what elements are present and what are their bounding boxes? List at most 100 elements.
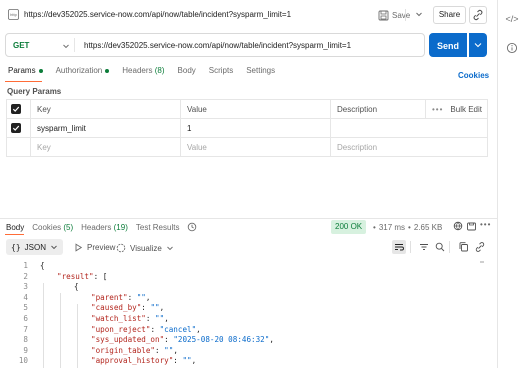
send-options-button[interactable]	[469, 33, 487, 57]
json-punctuation: : [	[93, 271, 108, 281]
json-string: ""	[155, 313, 165, 323]
request-title[interactable]: https://dev352025.service-now.com/api/no…	[24, 10, 291, 19]
active-tab-indicator	[5, 81, 42, 82]
check-icon	[12, 125, 20, 131]
tab-scripts[interactable]: Scripts	[209, 66, 233, 80]
json-key: "watch_list"	[91, 313, 146, 323]
json-string: ""	[164, 345, 174, 355]
column-value: Value	[180, 99, 331, 119]
chevron-down-icon	[167, 246, 173, 251]
response-body-viewer[interactable]: 1{2 "result": [3{4 "parent": "", 5 "caused_b…	[0, 261, 497, 367]
tab-response-body[interactable]: Body	[6, 223, 24, 232]
globe-network-icon[interactable]	[453, 221, 464, 232]
tab-body[interactable]: Body	[178, 66, 196, 80]
postman-workspace: http https://dev352025.service-now.com/a…	[0, 0, 497, 368]
tab-params-label: Params	[8, 66, 36, 75]
line-number: 1	[23, 261, 28, 270]
bulk-edit-button[interactable]: Bulk Edit	[450, 105, 482, 114]
send-button[interactable]: Send	[429, 33, 467, 57]
json-punctuation: :	[127, 292, 137, 302]
share-button[interactable]: Share	[433, 6, 466, 24]
line-number: 4	[23, 292, 28, 302]
response-size[interactable]: 2.65 KB	[414, 223, 442, 232]
tab-response-headers[interactable]: Headers (19)	[81, 223, 128, 232]
check-icon	[12, 106, 20, 112]
code-text: "watch_list": "",	[91, 314, 169, 325]
more-options-icon[interactable]: •••	[480, 220, 491, 231]
cookies-link[interactable]: Cookies	[458, 71, 489, 80]
save-response-icon[interactable]	[466, 221, 477, 232]
json-punctuation: ,	[269, 335, 274, 345]
headers-count: (8)	[154, 66, 165, 75]
visualize-button[interactable]: Visualize	[116, 243, 174, 253]
filter-icon[interactable]	[417, 240, 431, 254]
visualize-icon	[116, 243, 126, 253]
empty-cell	[6, 137, 31, 157]
table-row: sysparm_limit 1	[6, 118, 488, 138]
tab-headers[interactable]: Headers (8)	[122, 66, 164, 80]
search-icon[interactable]	[433, 240, 447, 254]
select-all-checkbox[interactable]	[11, 104, 21, 114]
http-request-icon: http	[8, 9, 19, 20]
json-punctuation: ,	[145, 292, 151, 302]
response-divider[interactable]	[0, 218, 497, 219]
url-input[interactable]: https://dev352025.service-now.com/api/no…	[84, 41, 351, 50]
svg-text:http: http	[10, 12, 17, 17]
tab-response-cookies[interactable]: Cookies (5)	[32, 223, 73, 232]
table-row-new: Key Value Description	[6, 137, 488, 157]
active-response-tab-indicator	[5, 234, 24, 235]
tab-settings[interactable]: Settings	[246, 66, 275, 80]
divider	[405, 9, 406, 21]
param-value-cell[interactable]: 1	[180, 118, 331, 138]
code-text: "origin_table": "",	[91, 346, 178, 357]
link-icon[interactable]	[473, 240, 487, 254]
line-number: 8	[23, 335, 28, 345]
response-toolbar: {} JSON Preview Visualize	[6, 239, 494, 255]
save-options-chevron-icon[interactable]	[414, 9, 424, 19]
format-select[interactable]: {} JSON	[6, 239, 63, 255]
json-key: "sys_updated_on"	[91, 335, 165, 345]
code-text: "sys_updated_on": "2025-08-20 08:46:32",	[91, 335, 274, 346]
param-key-cell[interactable]: sysparm_limit	[30, 118, 181, 138]
chevron-down-icon	[51, 245, 57, 250]
preview-button[interactable]: Preview	[74, 243, 115, 252]
column-description: Description	[330, 99, 426, 119]
separator-dot: •	[373, 223, 376, 232]
code-line: 8 "sys_updated_on": "2025-08-20 08:46:32"…	[0, 335, 497, 346]
row-enabled-cell[interactable]	[6, 118, 31, 138]
row-enabled-checkbox[interactable]	[11, 123, 21, 133]
wrap-lines-icon[interactable]	[392, 240, 406, 254]
select-all-cell[interactable]	[6, 99, 31, 119]
history-icon[interactable]	[187, 222, 197, 232]
code-line: 1{	[0, 261, 497, 272]
code-text: {	[40, 261, 45, 272]
copy-link-button[interactable]	[469, 6, 487, 24]
code-snippet-icon[interactable]: </>	[505, 12, 519, 26]
code-text: "result": [	[57, 272, 107, 283]
code-text: "approval_history": "",	[91, 356, 196, 367]
code-text: "upon_reject": "cancel",	[91, 325, 201, 336]
new-key-placeholder[interactable]: Key	[30, 137, 181, 157]
new-description-placeholder[interactable]: Description	[330, 137, 488, 157]
copy-icon[interactable]	[457, 240, 471, 254]
tab-params[interactable]: Params	[8, 66, 43, 80]
code-text: {	[74, 282, 79, 293]
json-string: ""	[136, 292, 146, 302]
chevron-down-icon[interactable]	[62, 42, 70, 50]
more-options-icon[interactable]: •••	[432, 105, 443, 114]
json-string: "2025-08-20 08:46:32"	[173, 335, 270, 345]
scrollbar[interactable]	[480, 261, 484, 263]
divider	[449, 241, 450, 253]
info-icon[interactable]	[505, 42, 519, 56]
tab-test-results[interactable]: Test Results	[136, 223, 180, 232]
divider	[74, 38, 75, 52]
method-select[interactable]: GET	[13, 41, 29, 50]
status-badge[interactable]: 200 OK	[331, 220, 367, 234]
response-time[interactable]: 317 ms	[379, 223, 405, 232]
table-header-row: Key Value Description ••• Bulk Edit	[6, 99, 488, 119]
tab-authorization[interactable]: Authorization	[56, 66, 110, 80]
code-line: 10 "approval_history": "",	[0, 356, 497, 367]
new-value-placeholder[interactable]: Value	[180, 137, 331, 157]
json-key: "upon_reject"	[91, 324, 151, 334]
param-description-cell[interactable]	[330, 118, 488, 138]
